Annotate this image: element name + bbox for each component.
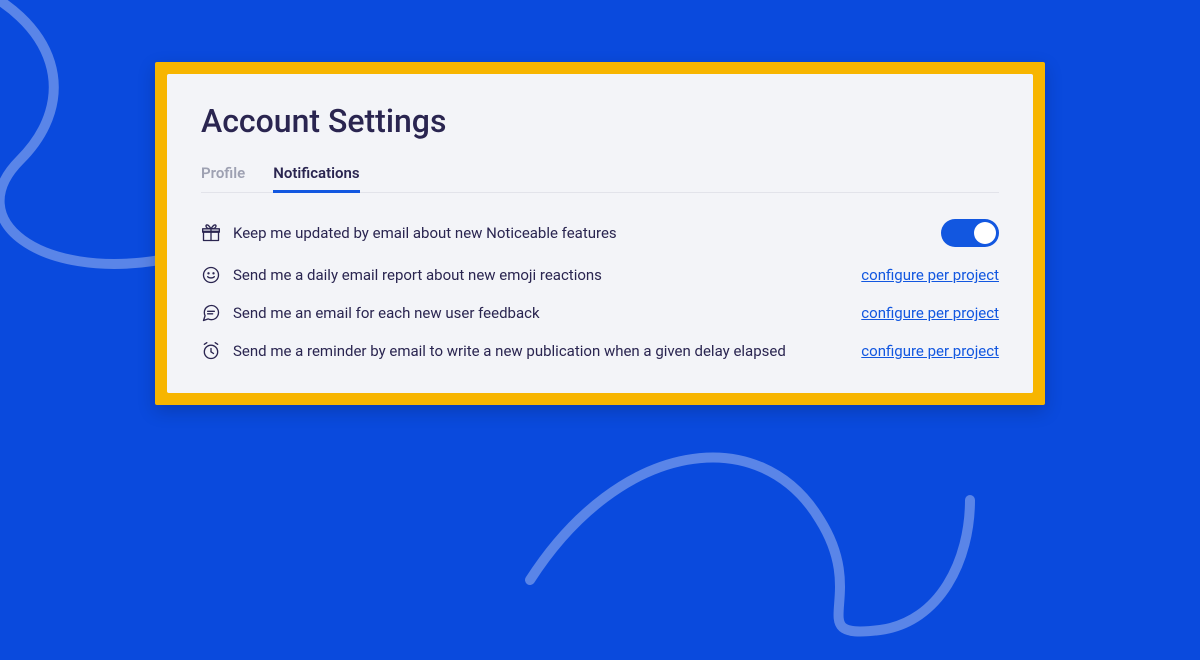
decorative-squiggle (500, 360, 1000, 660)
configure-link-reminder[interactable]: configure per project (861, 342, 999, 360)
toggle-product-updates[interactable] (941, 219, 999, 247)
configure-link-emoji[interactable]: configure per project (861, 266, 999, 284)
row-label: Send me a reminder by email to write a n… (233, 342, 849, 360)
toggle-knob (974, 222, 996, 244)
row-label: Send me a daily email report about new e… (233, 266, 849, 284)
row-emoji-report: Send me a daily email report about new e… (201, 265, 999, 285)
gift-icon (201, 223, 221, 243)
notification-rows: Keep me updated by email about new Notic… (201, 219, 999, 361)
settings-panel-frame: Account Settings Profile Notifications K… (155, 62, 1045, 405)
tab-notifications[interactable]: Notifications (273, 164, 359, 192)
chat-icon (201, 303, 221, 323)
alarm-icon (201, 341, 221, 361)
smile-icon (201, 265, 221, 285)
row-label: Keep me updated by email about new Notic… (233, 224, 929, 242)
settings-panel: Account Settings Profile Notifications K… (167, 74, 1033, 393)
row-user-feedback: Send me an email for each new user feedb… (201, 303, 999, 323)
tab-profile[interactable]: Profile (201, 164, 245, 192)
tabs: Profile Notifications (201, 164, 999, 193)
row-product-updates: Keep me updated by email about new Notic… (201, 219, 999, 247)
row-label: Send me an email for each new user feedb… (233, 304, 849, 322)
configure-link-feedback[interactable]: configure per project (861, 304, 999, 322)
row-publication-reminder: Send me a reminder by email to write a n… (201, 341, 999, 361)
page-title: Account Settings (201, 102, 999, 140)
